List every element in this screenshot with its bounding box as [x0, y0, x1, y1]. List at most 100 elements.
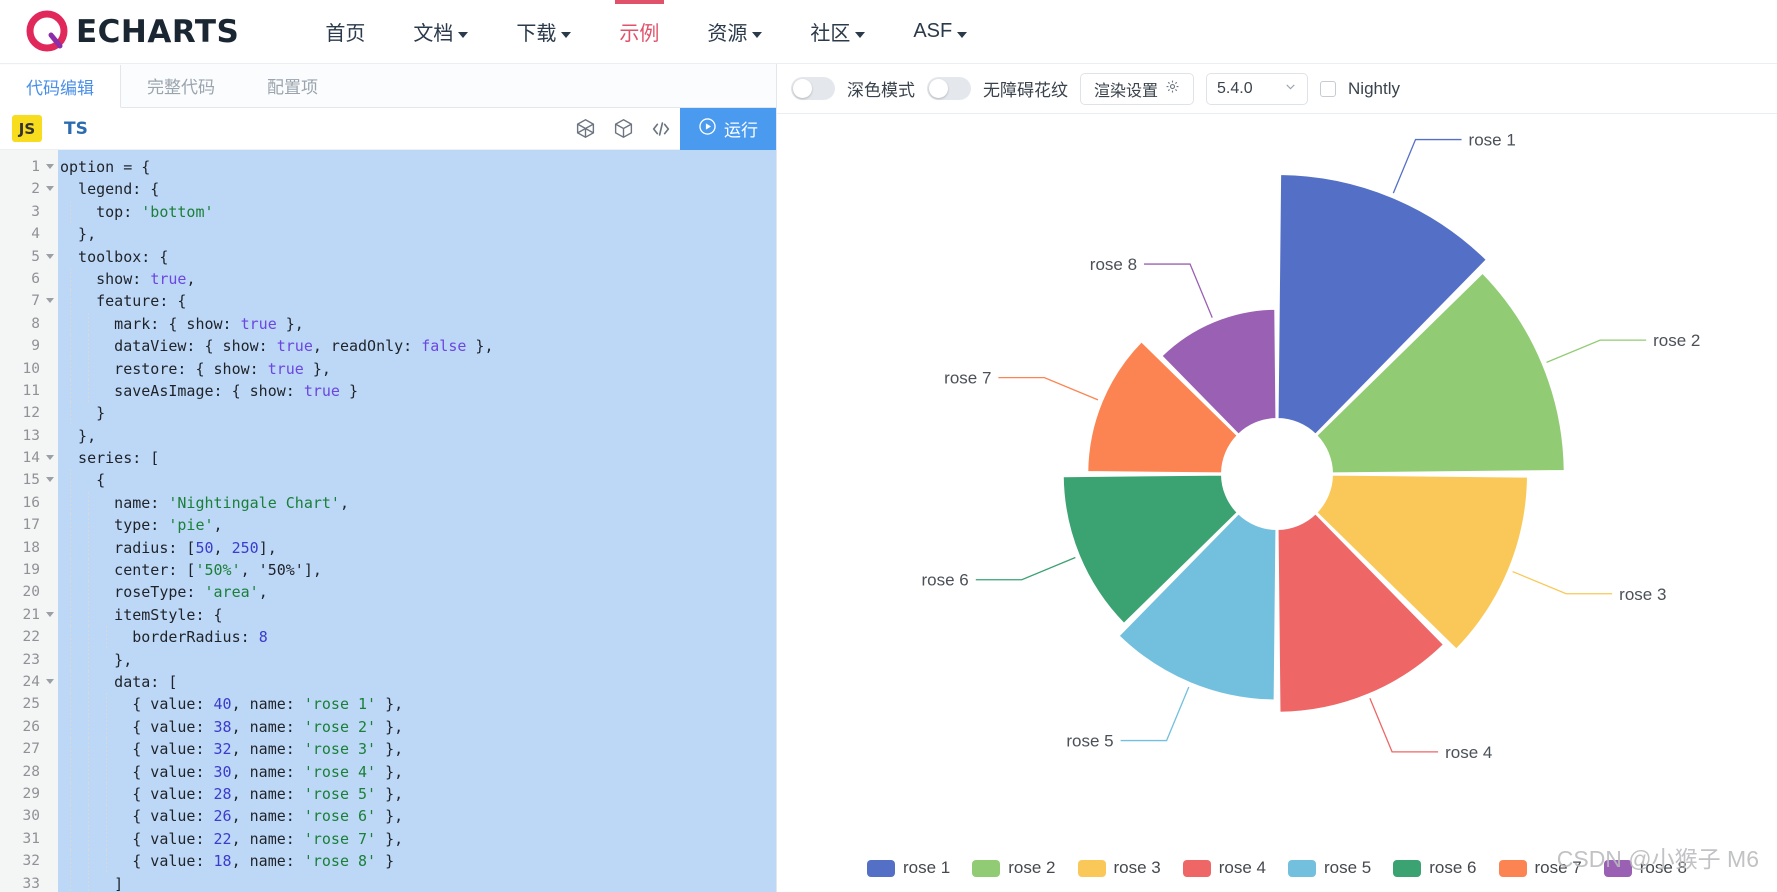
code-line: radius: [50, 250], — [60, 536, 776, 560]
line-number: 8 — [31, 315, 40, 332]
code-line: data: [ — [60, 670, 776, 694]
legend-label: rose 2 — [1008, 858, 1056, 877]
indent-guide — [70, 267, 71, 291]
pie-slice-label: rose 4 — [1445, 743, 1492, 762]
line-number: 20 — [22, 584, 40, 601]
nightly-label: Nightly — [1348, 78, 1400, 98]
tab-options[interactable]: 配置项 — [241, 64, 344, 107]
indent-guide — [88, 335, 89, 358]
run-button[interactable]: 运行 — [680, 107, 776, 150]
nightingale-rose-chart[interactable]: rose 1 rose 2 rose 3 rose 4 rose 5 rose 6 rose… — [777, 114, 1777, 892]
line-number: 31 — [22, 830, 40, 847]
line-number: 5 — [0, 246, 58, 268]
nightly-checkbox[interactable] — [1320, 80, 1337, 97]
nav-item-resources[interactable]: 资源 — [683, 0, 786, 63]
code-line: }, — [60, 426, 97, 445]
indent-guide — [70, 872, 71, 892]
legend-label: rose 6 — [1429, 858, 1477, 877]
pie-slice-label: rose 3 — [1619, 585, 1666, 604]
indent-guide — [88, 379, 89, 403]
line-number: 12 — [22, 405, 40, 422]
line-number: 26 — [22, 718, 40, 735]
globe-icon[interactable] — [566, 108, 604, 149]
chart-canvas[interactable]: rose 1 rose 2 rose 3 rose 4 rose 5 rose 6 rose… — [777, 114, 1777, 892]
nav-item-asf[interactable]: ASF — [889, 0, 991, 63]
fold-arrow-icon[interactable] — [46, 164, 54, 169]
version-select[interactable]: 5.4.0 — [1206, 72, 1309, 105]
indent-guide — [106, 626, 107, 649]
nav-item-home[interactable]: 首页 — [301, 0, 389, 63]
cube-icon[interactable] — [604, 108, 642, 149]
fold-arrow-icon[interactable] — [46, 186, 54, 192]
fold-arrow-icon[interactable] — [46, 678, 54, 684]
legend-item[interactable]: rose 8 — [1603, 858, 1687, 878]
legend-color-swatch — [1498, 859, 1527, 877]
code-line: } — [60, 402, 776, 425]
code-line: toolbox: { — [60, 247, 169, 266]
indent-guide — [88, 760, 89, 783]
line-number: 24 — [0, 671, 58, 693]
language-toggle-ts[interactable]: TS — [64, 119, 88, 139]
top-navigation-bar: ECHARTS 首页 文档 下载 示例 资源 社区 ASF — [0, 0, 1777, 64]
fold-arrow-icon[interactable] — [46, 611, 54, 617]
accessibility-pattern-toggle[interactable] — [927, 77, 971, 100]
indent-guide — [88, 693, 89, 716]
code-line: borderRadius: 8 — [60, 626, 776, 649]
legend-item[interactable]: rose 6 — [1393, 858, 1477, 878]
code-line: { value: 38, name: 'rose 2' }, — [60, 715, 776, 739]
indent-guide — [88, 715, 89, 739]
nav-item-examples[interactable]: 示例 — [595, 0, 683, 63]
dark-mode-toggle[interactable] — [791, 77, 835, 100]
indent-guide — [70, 559, 71, 582]
nav-item-community[interactable]: 社区 — [786, 0, 889, 63]
editor-tab-bar: 代码编辑 完整代码 配置项 — [0, 64, 776, 108]
render-settings-button[interactable]: 渲染设置 — [1080, 72, 1195, 105]
code-content[interactable]: option = { legend: { top: 'bottom' }, to… — [58, 150, 776, 892]
indent-guide — [88, 536, 89, 560]
play-circle-icon — [698, 117, 717, 141]
nav-item-docs[interactable]: 文档 — [389, 0, 492, 63]
echarts-logo[interactable]: ECHARTS — [26, 10, 239, 54]
indent-guide — [88, 626, 89, 649]
code-line: legend: { — [60, 180, 160, 199]
nav-item-label: 首页 — [325, 23, 366, 45]
indent-guide — [106, 827, 107, 851]
legend-item[interactable]: rose 7 — [1498, 858, 1582, 878]
language-toggle-js[interactable]: JS — [12, 115, 42, 142]
code-line: mark: { show: true }, — [60, 312, 776, 336]
line-number: 13 — [22, 427, 40, 444]
label-leader-line — [975, 556, 1076, 581]
indent-guide — [88, 670, 89, 694]
render-settings-label: 渲染设置 — [1094, 82, 1159, 100]
legend-item[interactable]: rose 5 — [1288, 858, 1371, 878]
line-number: 14 — [0, 447, 58, 469]
fold-arrow-icon[interactable] — [46, 253, 54, 259]
fold-arrow-icon[interactable] — [46, 477, 54, 483]
pie-slice-label: rose 7 — [944, 369, 991, 388]
line-number: 28 — [22, 763, 40, 780]
nav-item-label: 示例 — [619, 23, 660, 45]
tab-full-code[interactable]: 完整代码 — [121, 64, 241, 107]
code-icon[interactable] — [642, 108, 680, 149]
fold-arrow-icon[interactable] — [46, 298, 54, 304]
legend-item[interactable]: rose 4 — [1182, 858, 1266, 878]
accessibility-pattern-label: 无障碍花纹 — [983, 81, 1068, 100]
indent-guide — [88, 827, 89, 851]
nav-item-download[interactable]: 下载 — [492, 0, 595, 63]
legend-item[interactable]: rose 2 — [972, 858, 1056, 878]
code-line: ] — [60, 872, 776, 892]
tab-code-editor[interactable]: 代码编辑 — [0, 65, 121, 108]
legend-label: rose 7 — [1534, 858, 1582, 877]
legend-item[interactable]: rose 1 — [867, 858, 950, 878]
indent-guide — [88, 312, 89, 336]
indent-guide — [70, 514, 71, 537]
legend-item[interactable]: rose 3 — [1077, 858, 1161, 878]
fold-arrow-icon[interactable] — [46, 455, 54, 461]
indent-guide — [70, 760, 71, 783]
indent-guide — [70, 782, 71, 806]
indent-guide — [106, 715, 107, 739]
code-editor[interactable]: 1 2 3 4 5 6 7 8 9 10 11 12 13 14 15 16 17 18 19 20 21 22 23 24 2… — [0, 150, 776, 892]
line-number: 33 — [22, 875, 40, 892]
legend-label: rose 3 — [1113, 858, 1161, 877]
line-number: 16 — [22, 494, 40, 511]
